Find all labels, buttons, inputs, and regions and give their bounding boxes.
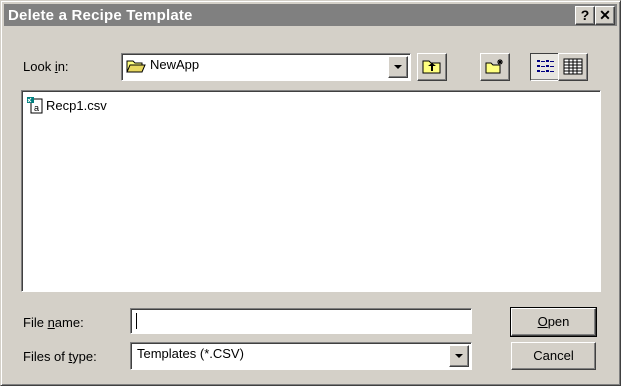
file-name-text: Recp1.csv — [46, 97, 107, 113]
up-folder-button[interactable] — [417, 53, 447, 81]
look-in-dropdown-arrow[interactable] — [388, 56, 408, 78]
look-in-value: NewApp — [150, 57, 200, 72]
look-in-label: Look in: — [23, 59, 69, 74]
dialog-title: Delete a Recipe Template — [8, 6, 193, 24]
cancel-button[interactable]: Cancel — [511, 342, 596, 370]
file-type-value: Templates (*.CSV) — [137, 346, 244, 361]
folder-open-icon — [126, 58, 146, 79]
file-type-label: Files of type: — [23, 349, 97, 364]
csv-file-icon: a — [26, 96, 44, 114]
list-view-icon — [535, 58, 555, 80]
list-view-button[interactable] — [530, 53, 560, 81]
help-button[interactable]: ? — [575, 6, 595, 25]
details-view-icon — [563, 58, 583, 80]
title-bar: Delete a Recipe Template ? ✕ — [4, 4, 617, 26]
up-folder-icon — [422, 58, 442, 80]
file-type-combo[interactable]: Templates (*.CSV) — [130, 342, 472, 370]
dialog-window: Delete a Recipe Template ? ✕ Look in: Ne… — [0, 0, 621, 386]
text-caret — [136, 313, 137, 329]
file-name-label: File name: — [23, 315, 84, 330]
new-folder-icon — [485, 58, 505, 80]
list-item[interactable]: a Recp1.csv — [26, 96, 107, 114]
open-button[interactable]: Open — [510, 307, 597, 337]
file-type-dropdown-arrow[interactable] — [449, 345, 469, 367]
close-button[interactable]: ✕ — [595, 6, 615, 25]
details-view-button[interactable] — [558, 53, 588, 81]
file-list[interactable]: a Recp1.csv — [21, 90, 601, 292]
new-folder-button[interactable] — [480, 53, 510, 81]
file-name-input[interactable] — [130, 308, 472, 334]
svg-text:a: a — [34, 103, 39, 113]
look-in-combo[interactable]: NewApp — [121, 53, 411, 81]
